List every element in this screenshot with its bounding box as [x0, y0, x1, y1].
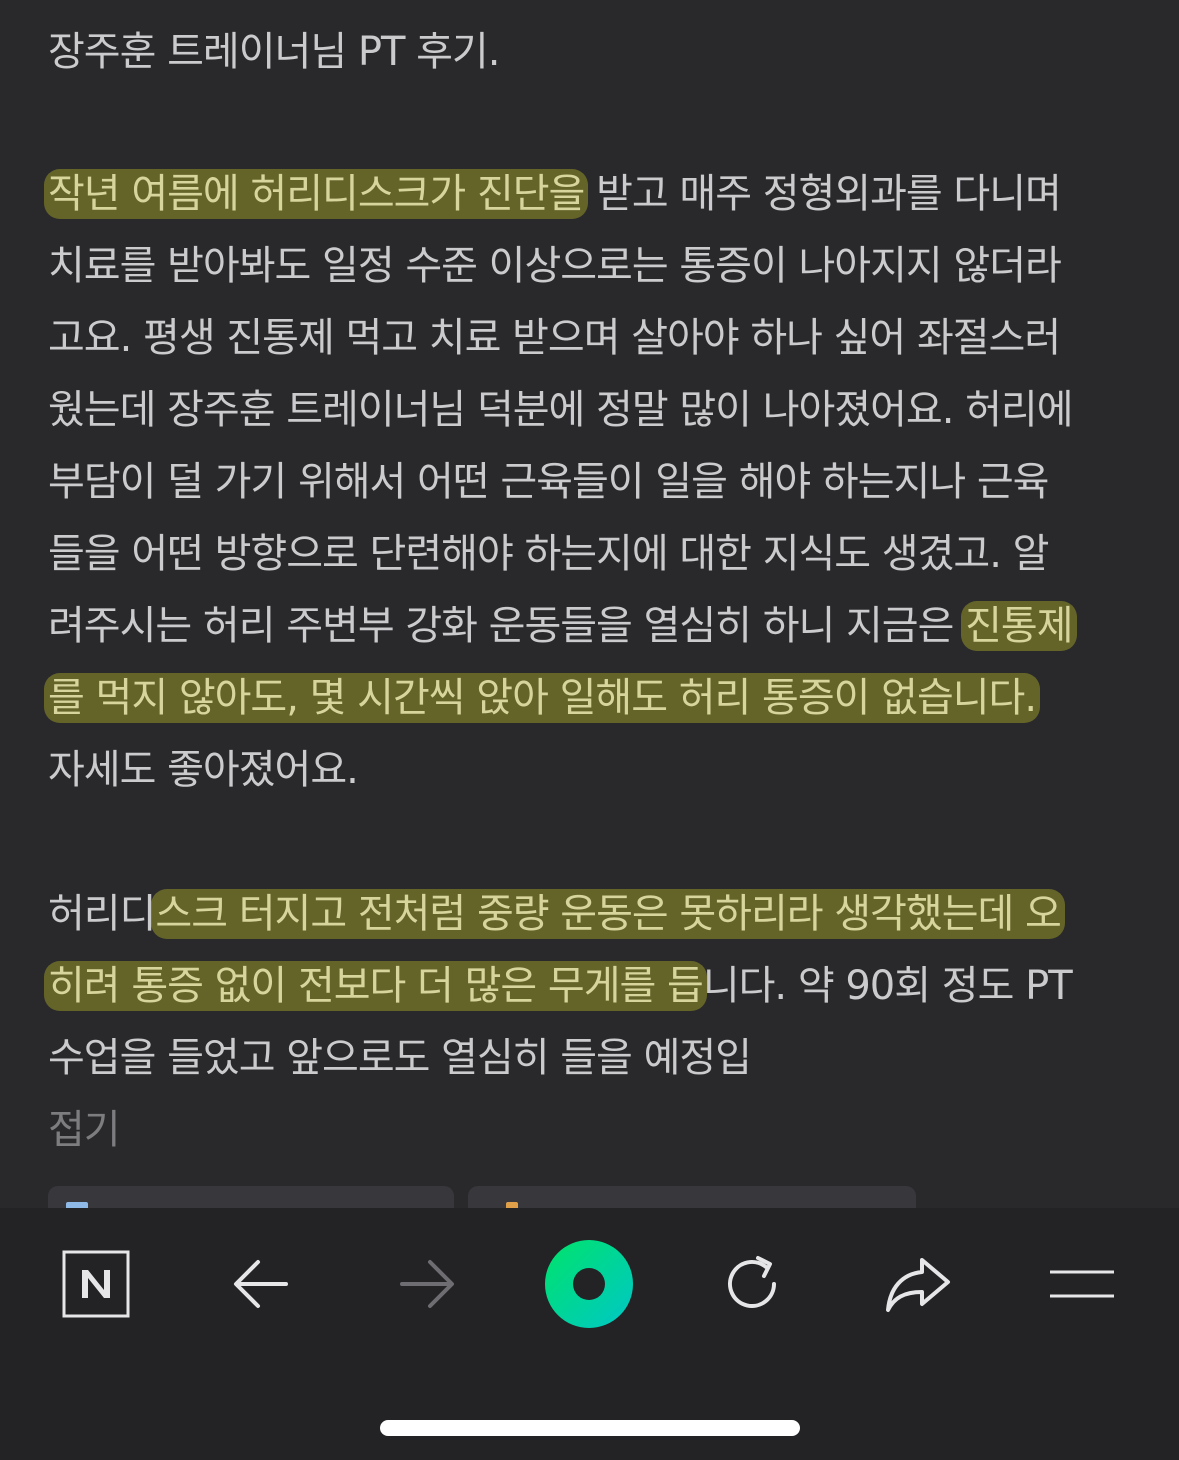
home-indicator[interactable]	[380, 1420, 800, 1436]
naver-home-button[interactable]	[48, 1244, 144, 1324]
text-segment: 수업을 들었고 앞으로도 열심히 들을 예정입	[48, 1035, 752, 1081]
text-segment: 부담이 덜 가기 위해서 어떤 근육들이 일을 해야 하는지나 근육	[48, 459, 1049, 505]
text-segment: 려주시는 허리 주변부 강화 운동들을 열심히 하니 지금은	[48, 603, 966, 649]
text-line: 자세도 좋아졌어요.	[48, 742, 359, 798]
highlighted-text: 작년 여름에 허리디스크가 진단을	[44, 169, 589, 219]
text-line: 허리디스크 터지고 전처럼 중량 운동은 못하리라 생각했는데 오	[48, 886, 1065, 942]
text-segment: 니다. 약 90회 정도 PT	[702, 963, 1073, 1009]
text-segment: 웠는데 장주훈 트레이너님 덕분에 정말 많이 나아졌어요. 허리에	[48, 387, 1074, 433]
fold-link[interactable]: 접기	[48, 1102, 121, 1158]
text-line: 히려 통증 없이 전보다 더 많은 무게를 듭니다. 약 90회 정도 PT	[44, 958, 1073, 1014]
text-line: 치료를 받아봐도 일정 수준 이상으로는 통증이 나아지지 않더라	[48, 238, 1062, 294]
text-segment: 들을 어떤 방향으로 단련해야 하는지에 대한 지식도 생겼고. 알	[48, 531, 1049, 577]
text-segment: 허리디	[48, 891, 156, 937]
green-dot-icon	[545, 1240, 633, 1328]
text-line: 웠는데 장주훈 트레이너님 덕분에 정말 많이 나아졌어요. 허리에	[48, 382, 1074, 438]
browser-toolbar	[0, 1208, 1179, 1460]
text-line: 작년 여름에 허리디스크가 진단을 받고 매주 정형외과를 다니며	[44, 166, 1062, 222]
text-line: 고요. 평생 진통제 먹고 치료 받으며 살아야 하나 싶어 좌절스러	[48, 310, 1061, 366]
menu-button[interactable]	[1034, 1244, 1130, 1324]
share-button[interactable]	[870, 1244, 966, 1324]
reload-icon	[728, 1256, 776, 1308]
post-content: 장주훈 트레이너님 PT 후기. 작년 여름에 허리디스크가 진단을 받고 매주…	[0, 0, 1179, 1208]
share-icon	[886, 1258, 950, 1312]
text-line: 려주시는 허리 주변부 강화 운동들을 열심히 하니 지금은 진통제	[48, 598, 1077, 654]
related-card-2[interactable]	[468, 1186, 916, 1208]
highlighted-text: 스크 터지고 전처럼 중량 운동은 못하리라 생각했는데 오	[151, 889, 1065, 939]
text-segment: 받고 매주 정형외과를 다니며	[584, 171, 1062, 217]
forward-button[interactable]	[378, 1244, 474, 1324]
text-segment: 고요. 평생 진통제 먹고 치료 받으며 살아야 하나 싶어 좌절스러	[48, 315, 1061, 361]
back-button[interactable]	[214, 1244, 310, 1324]
related-card-1[interactable]	[48, 1186, 454, 1208]
text-segment: 치료를 받아봐도 일정 수준 이상으로는 통증이 나아지지 않더라	[48, 243, 1062, 289]
highlighted-text: 진통제	[961, 601, 1077, 651]
reload-button[interactable]	[704, 1244, 800, 1324]
text-line: 들을 어떤 방향으로 단련해야 하는지에 대한 지식도 생겼고. 알	[48, 526, 1049, 582]
arrow-right-icon	[400, 1260, 454, 1308]
text-line: 를 먹지 않아도, 몇 시간씩 앉아 일해도 허리 통증이 없습니다.	[44, 670, 1041, 726]
highlighted-text: 를 먹지 않아도, 몇 시간씩 앉아 일해도 허리 통증이 없습니다.	[44, 673, 1041, 723]
menu-icon	[1050, 1270, 1114, 1298]
post-title-line: 장주훈 트레이너님 PT 후기.	[48, 29, 500, 75]
green-dot-button[interactable]	[541, 1240, 637, 1328]
text-line: 수업을 들었고 앞으로도 열심히 들을 예정입	[48, 1030, 752, 1086]
text-segment: 자세도 좋아졌어요.	[48, 747, 359, 793]
naver-n-icon	[62, 1250, 130, 1318]
text-line: 부담이 덜 가기 위해서 어떤 근육들이 일을 해야 하는지나 근육	[48, 454, 1049, 510]
arrow-left-icon	[234, 1260, 288, 1308]
highlighted-text: 히려 통증 없이 전보다 더 많은 무게를 듭	[44, 961, 707, 1011]
